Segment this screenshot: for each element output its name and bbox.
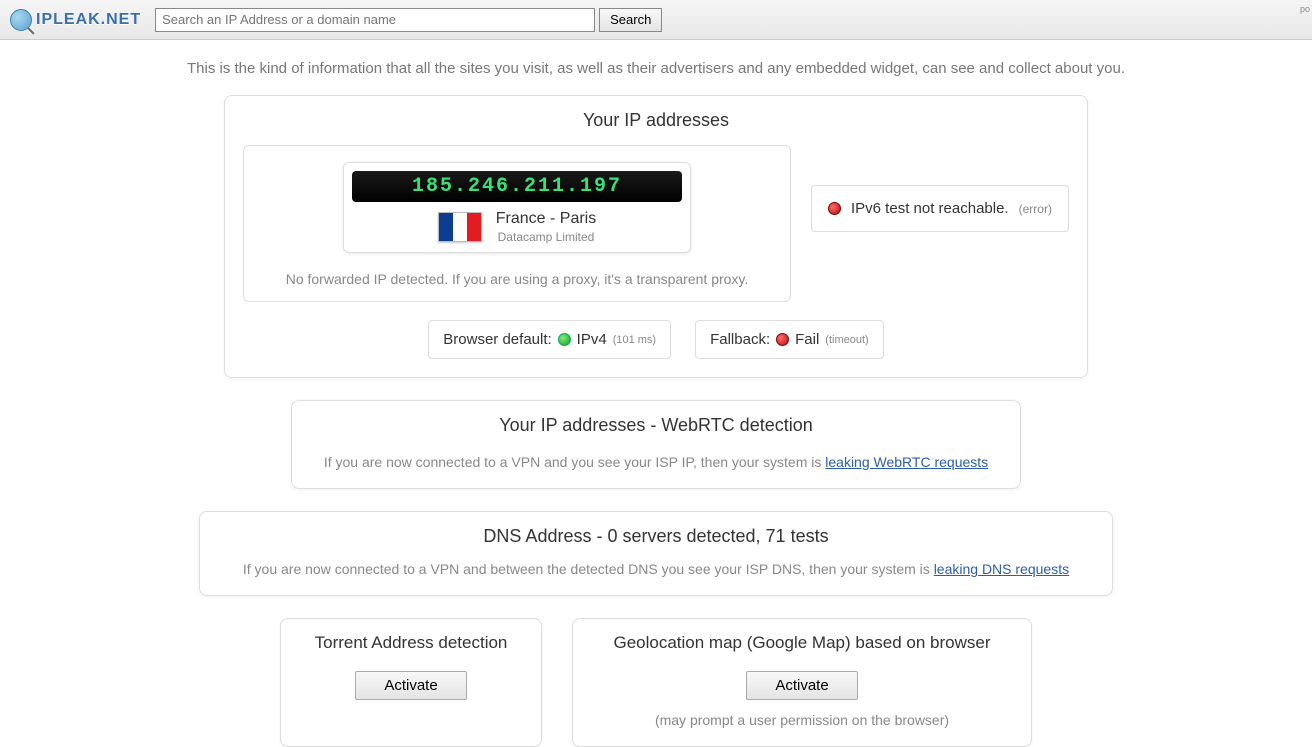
dns-leak-link[interactable]: leaking DNS requests <box>934 561 1069 577</box>
ipv6-status-detail: (error) <box>1019 202 1052 216</box>
geo-activate-button[interactable]: Activate <box>746 671 857 700</box>
ip-panel-title: Your IP addresses <box>243 110 1069 131</box>
torrent-panel: Torrent Address detection Activate <box>280 618 542 747</box>
browser-default-label: Browser default: <box>443 331 551 348</box>
topbar: IPLEAK.NET Search po <box>0 0 1312 40</box>
search-button[interactable]: Search <box>599 8 662 32</box>
corner-text: po <box>1300 4 1310 14</box>
ipv6-status-box: IPv6 test not reachable. (error) <box>811 185 1069 232</box>
torrent-panel-title: Torrent Address detection <box>301 633 521 653</box>
status-dot-red-icon <box>828 202 841 215</box>
browser-default-box: Browser default: IPv4 (101 ms) <box>428 320 671 359</box>
webrtc-panel: Your IP addresses - WebRTC detection If … <box>291 400 1021 489</box>
forwarded-ip-note: No forwarded IP detected. If you are usi… <box>256 271 778 287</box>
fallback-detail: (timeout) <box>825 334 868 346</box>
logo[interactable]: IPLEAK.NET <box>10 9 141 31</box>
fallback-label: Fallback: <box>710 331 770 348</box>
logo-text: IPLEAK.NET <box>36 11 141 29</box>
status-dot-red-icon <box>776 333 789 346</box>
webrtc-note: If you are now connected to a VPN and yo… <box>310 454 1002 470</box>
ip-location: France - Paris <box>496 210 596 228</box>
ipv6-status-text: IPv6 test not reachable. <box>851 200 1009 217</box>
fallback-value: Fail <box>795 331 819 348</box>
intro-text: This is the kind of information that all… <box>0 60 1312 77</box>
ip-isp: Datacamp Limited <box>496 230 596 244</box>
ip-card: 185.246.211.197 France - Paris Datacamp … <box>343 162 691 253</box>
flag-france-icon <box>438 212 482 242</box>
status-dot-green-icon <box>558 333 571 346</box>
fallback-box: Fallback: Fail (timeout) <box>695 320 884 359</box>
search-input[interactable] <box>155 8 595 32</box>
ip-address-value: 185.246.211.197 <box>352 171 682 202</box>
ipv4-block: 185.246.211.197 France - Paris Datacamp … <box>243 145 791 302</box>
globe-magnifier-icon <box>10 9 32 31</box>
dns-panel-title: DNS Address - 0 servers detected, 71 tes… <box>218 526 1094 547</box>
geolocation-panel: Geolocation map (Google Map) based on br… <box>572 618 1032 747</box>
geo-panel-title: Geolocation map (Google Map) based on br… <box>593 633 1011 653</box>
geo-permission-note: (may prompt a user permission on the bro… <box>593 712 1011 728</box>
dns-panel: DNS Address - 0 servers detected, 71 tes… <box>199 511 1113 596</box>
webrtc-panel-title: Your IP addresses - WebRTC detection <box>310 415 1002 436</box>
webrtc-leak-link[interactable]: leaking WebRTC requests <box>825 454 988 470</box>
torrent-activate-button[interactable]: Activate <box>355 671 466 700</box>
dns-note: If you are now connected to a VPN and be… <box>218 561 1094 577</box>
browser-default-value: IPv4 <box>577 331 607 348</box>
ip-addresses-panel: Your IP addresses 185.246.211.197 France… <box>224 95 1088 378</box>
browser-default-detail: (101 ms) <box>613 334 656 346</box>
webrtc-note-prefix: If you are now connected to a VPN and yo… <box>324 454 825 470</box>
dns-note-prefix: If you are now connected to a VPN and be… <box>243 561 934 577</box>
